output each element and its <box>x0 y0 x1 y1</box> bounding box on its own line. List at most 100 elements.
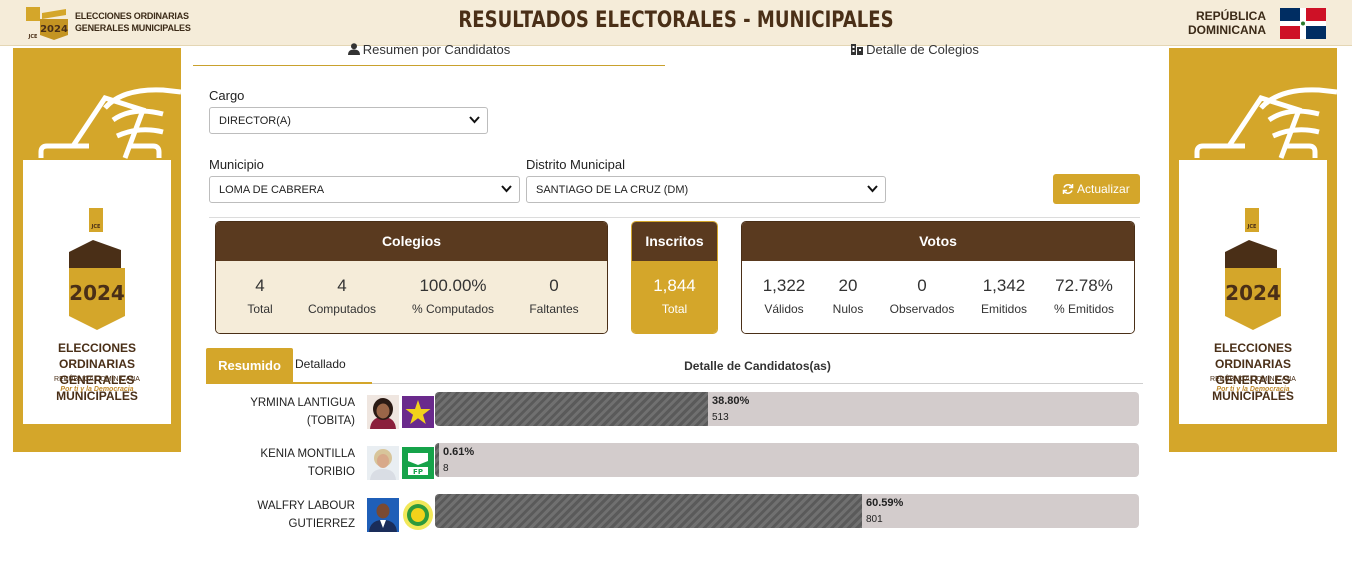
sun-party-icon <box>403 500 433 530</box>
candidate-photo <box>367 498 399 532</box>
stat-label: Total <box>661 302 688 316</box>
stat-value: 1,844 <box>653 276 696 295</box>
cargo-select[interactable]: DIRECTOR(A) <box>209 107 488 134</box>
refresh-icon <box>1062 184 1074 194</box>
right-election-banner: JCE 2024 ELECCIONES ORDINARIAS GENERALES… <box>1169 48 1337 452</box>
svg-text:2024: 2024 <box>69 281 125 305</box>
divider <box>209 217 1140 218</box>
svg-text:2024: 2024 <box>40 24 68 35</box>
tab-detallado[interactable]: Detallado <box>295 357 346 371</box>
chevron-down-icon <box>469 116 480 124</box>
building-icon <box>851 44 864 55</box>
candidate-result-bar: 0.61% 8 <box>435 443 1139 477</box>
left-banner-title-line1: ELECCIONES ORDINARIAS <box>57 341 136 371</box>
candidate-name-line1: WALFRY LABOUR <box>257 500 355 512</box>
stat-value: 0 <box>549 276 559 295</box>
distrito-value: SANTIAGO DE LA CRUZ (DM) <box>536 184 689 196</box>
result-votes: 801 <box>866 514 883 525</box>
colegios-total: 4 Total <box>226 276 294 316</box>
left-banner-title: ELECCIONES ORDINARIAS GENERALES MUNICIPA… <box>23 340 171 404</box>
candidates-heading: Detalle de Candidatos(as) <box>684 359 831 373</box>
municipio-label: Municipio <box>209 157 264 172</box>
votos-pct-emitidos: 72.78% % Emitidos <box>1046 276 1122 316</box>
left-ballot-box-logo: JCE 2024 <box>69 208 125 330</box>
refresh-button[interactable]: Actualizar <box>1053 174 1140 204</box>
stat-label: Faltantes <box>529 302 579 316</box>
votos-card: Votos 1,322 Válidos 20 Nulos 0 Observado… <box>741 221 1135 334</box>
tab-detalle-colegios[interactable]: Detalle de Colegios <box>665 42 1165 66</box>
fp-party-icon: FP <box>402 447 434 479</box>
dominican-flag-icon <box>1280 8 1326 39</box>
chevron-down-icon <box>867 185 878 193</box>
stat-label: Nulos <box>832 302 864 316</box>
svg-text:FP: FP <box>413 468 423 476</box>
svg-text:JCE: JCE <box>91 224 102 230</box>
stat-value: 1,342 <box>982 276 1026 295</box>
result-bar-fill <box>435 443 439 477</box>
right-banner-title-line1: ELECCIONES ORDINARIAS <box>1213 341 1292 371</box>
right-ballot-box-logo: JCE 2024 <box>1225 208 1281 330</box>
tab-detalle-label: Detalle de Colegios <box>866 42 979 57</box>
right-banner-title: ELECCIONES ORDINARIAS GENERALES MUNICIPA… <box>1179 340 1327 404</box>
result-bar-fill <box>435 392 708 426</box>
colegios-card: Colegios 4 Total 4 Computados 100.00% % … <box>215 221 608 334</box>
header-country-line1: REPÚBLICA <box>1195 9 1266 23</box>
inscritos-card: Inscritos 1,844 Total <box>631 221 718 334</box>
divider <box>372 383 1143 384</box>
candidate-result-bar: 60.59% 801 <box>435 494 1139 528</box>
votos-emitidos: 1,342 Emitidos <box>972 276 1036 316</box>
stat-label: Válidos <box>764 302 804 316</box>
stat-label: % Emitidos <box>1053 302 1115 316</box>
svg-text:2024: 2024 <box>1225 281 1281 305</box>
tab-underline <box>206 382 372 384</box>
result-percent: 60.59% <box>866 497 904 509</box>
person-icon <box>347 43 360 55</box>
candidate-name-line2: TORIBIO <box>307 466 355 478</box>
candidate-photo <box>367 395 399 429</box>
right-banner-subtitle: REPÚBLICA DOMINICANA <box>1210 376 1296 383</box>
right-banner-motto: Por ti y la Democracia <box>1216 386 1290 393</box>
candidate-name: KENIA MONTILLA TORIBIO <box>220 445 355 481</box>
candidate-name: WALFRY LABOUR GUTIERREZ <box>220 497 355 533</box>
purple-star-party-icon <box>402 396 434 428</box>
stat-value: 4 <box>337 276 347 295</box>
tab-resumido[interactable]: Resumido <box>206 348 293 382</box>
votos-observados: 0 Observados <box>884 276 960 316</box>
stat-label: Observados <box>889 302 955 316</box>
candidate-photo <box>367 446 399 480</box>
stat-value: 1,322 <box>762 276 806 295</box>
result-votes: 513 <box>712 412 729 423</box>
inscritos-title: Inscritos <box>632 222 717 261</box>
stat-value: 72.78% <box>1055 276 1113 295</box>
colegios-faltantes: 0 Faltantes <box>516 276 592 316</box>
result-votes: 8 <box>443 463 449 474</box>
votos-title: Votos <box>742 222 1134 261</box>
candidate-result-bar: 38.80% 513 <box>435 392 1139 426</box>
svg-text:JCE: JCE <box>28 34 39 40</box>
stat-value: 20 <box>838 276 858 295</box>
chevron-down-icon <box>501 185 512 193</box>
page-title: RESULTADOS ELECTORALES - MUNICIPALES <box>458 8 894 33</box>
candidate-name: YRMINA LANTIGUA (TOBITA) <box>220 394 355 430</box>
stat-label: Computados <box>307 302 377 316</box>
municipio-value: LOMA DE CABRERA <box>219 184 325 196</box>
result-percent: 38.80% <box>712 395 750 407</box>
distrito-select[interactable]: SANTIAGO DE LA CRUZ (DM) <box>526 176 886 203</box>
left-banner-subtitle: REPÚBLICA DOMINICANA <box>54 376 140 383</box>
tab-resumen-candidatos[interactable]: Resumen por Candidatos <box>193 42 665 66</box>
colegios-pct-computados: 100.00% % Computados <box>402 276 504 316</box>
header: 2024 JCE ELECCIONES ORDINARIAS GENERALES… <box>0 0 1352 46</box>
municipio-select[interactable]: LOMA DE CABRERA <box>209 176 520 203</box>
stat-label: % Computados <box>411 302 495 316</box>
svg-text:JCE: JCE <box>1247 224 1258 230</box>
refresh-label: Actualizar <box>1077 182 1130 196</box>
votos-validos: 1,322 Válidos <box>754 276 814 316</box>
colegios-title: Colegios <box>216 222 607 261</box>
stat-value: 4 <box>255 276 265 295</box>
stat-label: Emitidos <box>980 302 1027 316</box>
left-banner-motto: Por ti y la Democracia <box>60 386 134 393</box>
stat-label: Total <box>247 302 273 316</box>
candidate-name-line2: GUTIERREZ <box>288 518 355 530</box>
candidate-name-line1: YRMINA LANTIGUA <box>250 397 355 409</box>
result-bar-fill <box>435 494 862 528</box>
